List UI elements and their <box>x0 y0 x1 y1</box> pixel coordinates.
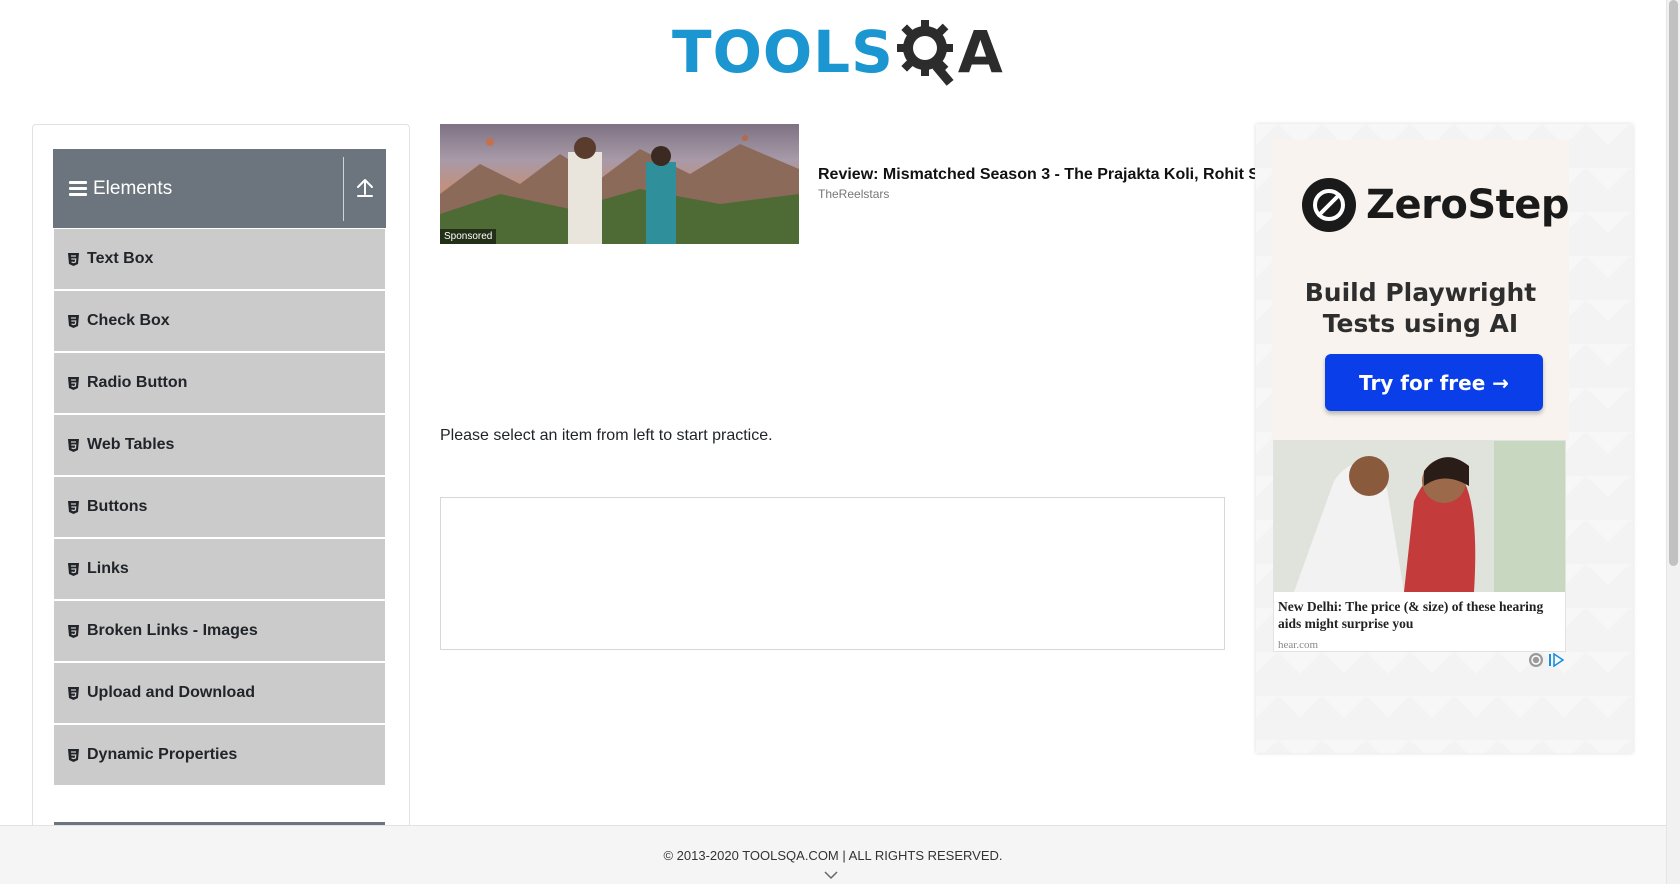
sidebar-item-label: Links <box>87 560 129 577</box>
sidebar-item-dynamic-properties[interactable]: Dynamic Properties <box>54 725 385 787</box>
logo-tools-text: TOOLS <box>672 18 894 86</box>
toolsqa-logo[interactable]: TOOLS A <box>672 14 1003 90</box>
sidebar-item-radio-button[interactable]: Radio Button <box>54 353 385 415</box>
zerostep-brand: ZeroStep <box>1366 182 1570 228</box>
sidebar-item-buttons[interactable]: Buttons <box>54 477 385 539</box>
sidebar-item-label: Web Tables <box>87 436 175 453</box>
sidebar-item-label: Check Box <box>87 312 170 329</box>
chevron-down-icon[interactable] <box>823 870 839 880</box>
practice-instruction: Please select an item from left to start… <box>440 427 773 444</box>
sponsored-badge: Sponsored <box>440 229 497 244</box>
sponsored-image[interactable]: Sponsored <box>440 124 799 244</box>
sidebar-item-web-tables[interactable]: Web Tables <box>54 415 385 477</box>
sidebar-item-label: Buttons <box>87 498 148 515</box>
sponsored-source[interactable]: TheReelstars <box>818 187 889 201</box>
html5-icon <box>68 314 79 328</box>
left-panel: Elements Text Box Check Box Radio Button… <box>32 124 410 844</box>
group-title: Elements <box>93 177 173 199</box>
sidebar-item-label: Upload and Download <box>87 684 255 701</box>
sponsored-title[interactable]: Review: Mismatched Season 3 - The Prajak… <box>818 166 1255 184</box>
zerostep-logo: ZeroStep <box>1302 178 1570 232</box>
vertical-scrollbar[interactable] <box>1666 0 1680 884</box>
html5-icon <box>68 748 79 762</box>
tagline-line2: Tests using AI <box>1322 309 1519 338</box>
try-for-free-button[interactable]: Try for free → <box>1325 354 1543 411</box>
sidebar-item-label: Broken Links - Images <box>87 622 258 639</box>
sidebar-item-text-box[interactable]: Text Box <box>54 229 385 291</box>
logo-a-letter: A <box>957 18 1003 86</box>
tagline-line1: Build Playwright <box>1304 278 1537 307</box>
ad-choices[interactable] <box>1528 652 1564 668</box>
footer-copyright: © 2013-2020 TOOLSQA.COM | ALL RIGHTS RES… <box>663 848 1003 863</box>
news-ad-source: hear.com <box>1278 639 1319 651</box>
scrollbar-thumb[interactable] <box>1669 0 1678 566</box>
logo-qa-text: A <box>894 16 1003 88</box>
sidebar-item-check-box[interactable]: Check Box <box>54 291 385 353</box>
ad-info-icon[interactable] <box>1528 652 1544 668</box>
sidebar-item-label: Radio Button <box>87 374 188 391</box>
adchoices-icon[interactable] <box>1548 653 1564 667</box>
news-ad-title[interactable]: New Delhi: The price (& size) of these h… <box>1278 598 1562 632</box>
hamburger-icon <box>69 181 87 196</box>
sidebar-item-links[interactable]: Links <box>54 539 385 601</box>
header-divider <box>343 157 344 221</box>
site-footer: © 2013-2020 TOOLSQA.COM | ALL RIGHTS RES… <box>0 825 1666 884</box>
news-ad-image <box>1274 441 1565 592</box>
html5-icon <box>68 252 79 266</box>
sidebar-item-label: Text Box <box>87 250 154 267</box>
html5-icon <box>68 624 79 638</box>
sidebar-item-upload-download[interactable]: Upload and Download <box>54 663 385 725</box>
html5-icon <box>68 500 79 514</box>
zerostep-logo-icon <box>1302 178 1356 232</box>
sponsored-ad[interactable]: Sponsored Review: Mismatched Season 3 - … <box>440 124 1255 244</box>
html5-icon <box>68 686 79 700</box>
site-header: TOOLS A <box>0 0 1666 100</box>
news-ad-card[interactable]: New Delhi: The price (& size) of these h… <box>1273 440 1566 652</box>
zerostep-ad-card[interactable]: ZeroStep Build Playwright Tests using AI… <box>1272 140 1570 440</box>
sidebar-item-broken-links[interactable]: Broken Links - Images <box>54 601 385 663</box>
sponsored-photo <box>440 135 799 244</box>
elements-group-header[interactable]: Elements <box>53 149 386 228</box>
news-photo <box>1274 441 1565 592</box>
sidebar-item-label: Dynamic Properties <box>87 746 238 763</box>
ad-content-box <box>440 497 1225 650</box>
right-ad-panel[interactable]: ZeroStep Build Playwright Tests using AI… <box>1256 124 1633 753</box>
zerostep-tagline: Build Playwright Tests using AI <box>1272 277 1569 339</box>
html5-icon <box>68 562 79 576</box>
collapse-arrow-icon[interactable] <box>356 177 374 199</box>
gear-magnifier-icon <box>896 20 954 86</box>
html5-icon <box>68 438 79 452</box>
elements-menu-list: Text Box Check Box Radio Button Web Tabl… <box>54 229 385 787</box>
html5-icon <box>68 376 79 390</box>
